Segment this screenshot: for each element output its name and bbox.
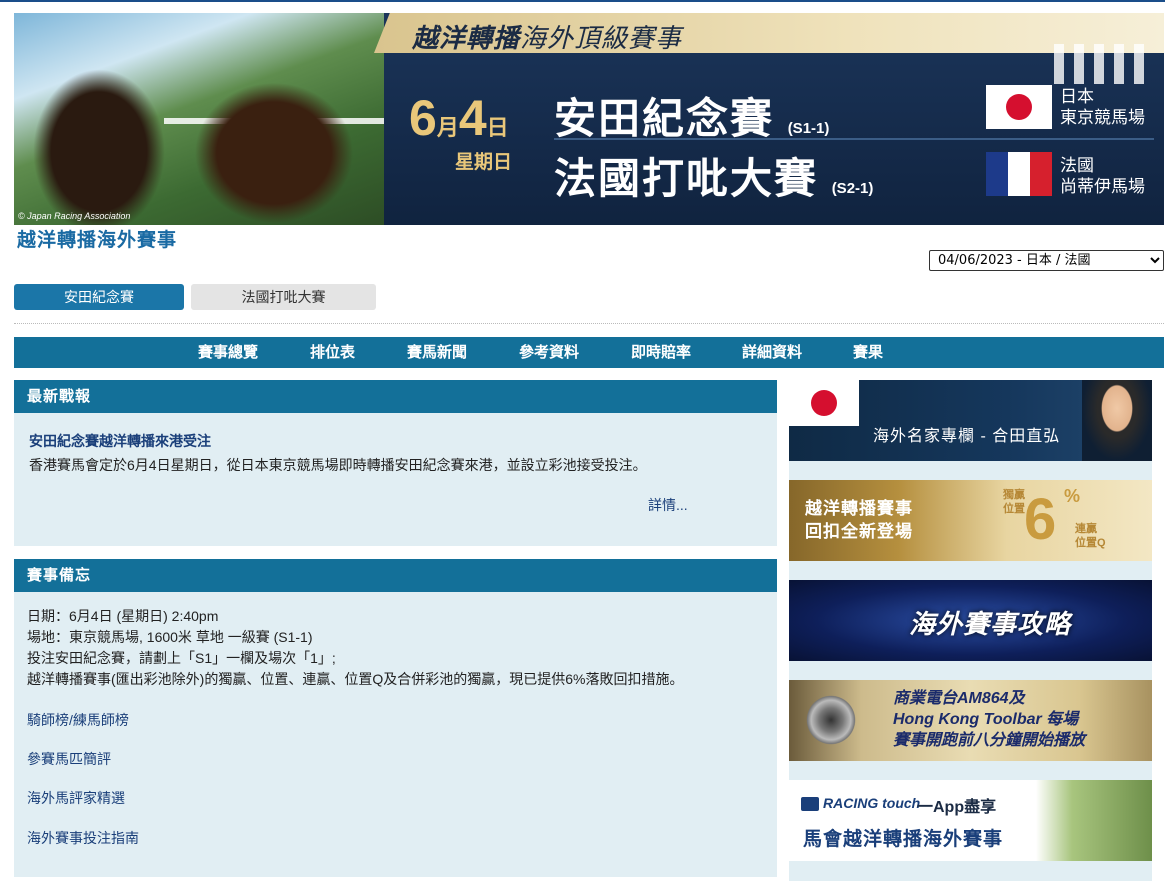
banner-divider: [554, 138, 1154, 140]
ad-rebate-line1: 越洋轉播賽事: [805, 499, 913, 518]
nav-details[interactable]: 詳細資料: [742, 337, 802, 368]
race1-code: (S1-1): [787, 120, 830, 137]
top-border: [0, 0, 1165, 2]
memo-date: 日期：6月4日 (星期日) 2:40pm: [27, 608, 219, 624]
ad-columnist-text: 海外名家專欄 - 合田直弘: [873, 428, 1061, 445]
rebate-label-place: 位置: [1003, 503, 1025, 515]
ad-racing-touch[interactable]: RACING touch 一App盡享 馬會越洋轉播海外賽事: [789, 780, 1152, 861]
memo-rebate-note: 越洋轉播賽事(匯出彩池除外)的獨贏、位置、連贏、位置Q及合併彩池的獨贏，現已提供…: [27, 671, 684, 687]
nav-news[interactable]: 賽馬新聞: [407, 337, 467, 368]
meeting-select[interactable]: 04/06/2023 - 日本 / 法國: [929, 250, 1164, 271]
tab-race2[interactable]: 法國打吡大賽: [191, 284, 376, 310]
japan-flag-icon: [789, 380, 859, 426]
japan-flag-icon: [986, 85, 1052, 129]
france-flag-icon: [986, 152, 1052, 196]
racing-touch-badge-icon: [801, 797, 819, 812]
banner-venue1: 日本 東京競馬場: [1060, 86, 1145, 128]
ad-rebate-text: 越洋轉播賽事 回扣全新登場: [805, 497, 913, 543]
banner-venue2: 法國 尚蒂伊馬場: [1060, 155, 1145, 197]
tagline-bold: 越洋轉播: [412, 23, 521, 53]
nav-overview[interactable]: 賽事總覽: [198, 337, 258, 368]
link-runner-comments[interactable]: 參賽馬匹簡評: [27, 749, 111, 769]
columnist-avatar: [1082, 380, 1152, 461]
page-subtitle: 越洋轉播海外賽事: [17, 230, 178, 251]
photo-horse-left: [24, 58, 174, 225]
checkered-flag-icon: [1054, 44, 1144, 84]
ad-rebate[interactable]: 越洋轉播賽事 回扣全新登場 6 % 獨贏 位置 連贏 位置Q: [789, 480, 1152, 561]
ad-radio-text: 商業電台AM864及 Hong Kong Toolbar 每場 賽事開跑前八分鐘…: [893, 688, 1085, 751]
venue2-country: 法國: [1060, 156, 1094, 175]
tagline-rest: 海外頂級賽事: [520, 23, 683, 53]
ad-racing-touch-text: 馬會越洋轉播海外賽事: [803, 829, 1004, 850]
memo-betting-note: 投注安田紀念賽，請劃上「S1」一欄及場次「1」;: [27, 650, 336, 666]
venue1-country: 日本: [1060, 87, 1094, 106]
date-day: 4: [458, 90, 487, 146]
date-day-unit: 日: [486, 115, 509, 140]
banner-tagline: 越洋轉播海外頂級賽事: [412, 18, 682, 55]
panel-title: 賽事備忘: [14, 559, 777, 592]
date-month-unit: 月: [436, 115, 459, 140]
ad-radio-line2: Hong Kong Toolbar 每場: [893, 711, 1079, 728]
venue2-course: 尚蒂伊馬場: [1060, 177, 1145, 196]
ad-radio[interactable]: 商業電台AM864及 Hong Kong Toolbar 每場 賽事開跑前八分鐘…: [789, 680, 1152, 761]
race-memo-panel: 賽事備忘 日期：6月4日 (星期日) 2:40pm 場地：東京競馬場, 1600…: [14, 559, 777, 877]
panel-title: 最新戰報: [14, 380, 777, 413]
race2-code: (S2-1): [831, 180, 874, 197]
racing-touch-logo: RACING touch: [801, 795, 921, 812]
nav-results[interactable]: 賽果: [853, 337, 883, 368]
sidebar-gap: [789, 861, 1152, 881]
rebate-percent: %: [1064, 486, 1081, 506]
link-pundit-selections[interactable]: 海外馬評家精選: [27, 788, 125, 808]
memo-venue: 場地：東京競馬場, 1600米 草地 一級賽 (S1-1): [27, 629, 313, 645]
race1-name: 安田紀念賽: [554, 95, 775, 142]
banner-race1: 安田紀念賽 (S1-1): [554, 85, 829, 146]
sidebar-gap: [789, 661, 1152, 680]
ad-columnist[interactable]: 海外名家專欄 - 合田直弘: [789, 380, 1152, 461]
news-headline[interactable]: 安田紀念賽越洋轉播來港受注: [29, 431, 211, 451]
main-nav: 賽事總覽 排位表 賽馬新聞 參考資料 即時賠率 詳細資料 賽果: [14, 337, 1164, 368]
date-month: 6: [409, 90, 437, 146]
photo-copyright: © Japan Racing Association: [18, 211, 131, 221]
link-jockey-trainer-ranking[interactable]: 騎師榜/練馬師榜: [27, 710, 129, 730]
sidebar-gap: [789, 761, 1152, 780]
speaker-icon: [803, 692, 859, 748]
racing-touch-logo-text: RACING touch: [823, 795, 921, 811]
race2-name: 法國打吡大賽: [554, 155, 819, 202]
photo-horse-right: [184, 73, 364, 225]
banner-race2: 法國打吡大賽 (S2-1): [554, 145, 873, 206]
ad-app-text: 一App盡享: [917, 799, 997, 816]
tab-race1[interactable]: 安田紀念賽: [14, 284, 184, 310]
rebate-six: 6: [1024, 487, 1057, 552]
banner-date: 6月4日: [409, 93, 509, 143]
latest-news-panel: 最新戰報 安田紀念賽越洋轉播來港受注 香港賽馬會定於6月4日星期日，從日本東京競…: [14, 380, 777, 546]
divider: [14, 323, 1164, 324]
ad-strategy-text: 海外賽事攻略: [909, 609, 1072, 639]
banner-weekday: 星期日: [455, 152, 513, 173]
news-body: 香港賽馬會定於6月4日星期日，從日本東京競馬場即時轉播安田紀念賽來港，並設立彩池…: [29, 457, 647, 473]
link-betting-guide[interactable]: 海外賽事投注指南: [27, 828, 139, 848]
nav-reference[interactable]: 參考資料: [519, 337, 579, 368]
nav-racecard[interactable]: 排位表: [310, 337, 355, 368]
banner-horse-photo: © Japan Racing Association: [14, 13, 384, 225]
nav-odds[interactable]: 即時賠率: [631, 337, 691, 368]
news-more-link[interactable]: 詳情...: [648, 495, 688, 515]
ad-radio-line1: 商業電台AM864及: [893, 690, 1025, 707]
sidebar-gap: [789, 561, 1152, 580]
ad-overseas-strategy[interactable]: 海外賽事攻略: [789, 580, 1152, 661]
rebate-label-pq: 位置Q: [1075, 537, 1106, 549]
venue1-course: 東京競馬場: [1060, 108, 1145, 127]
ad-rebate-line2: 回扣全新登場: [805, 522, 913, 541]
sidebar-gap: [789, 461, 1152, 480]
ad-radio-line3: 賽事開跑前八分鐘開始播放: [893, 732, 1086, 749]
